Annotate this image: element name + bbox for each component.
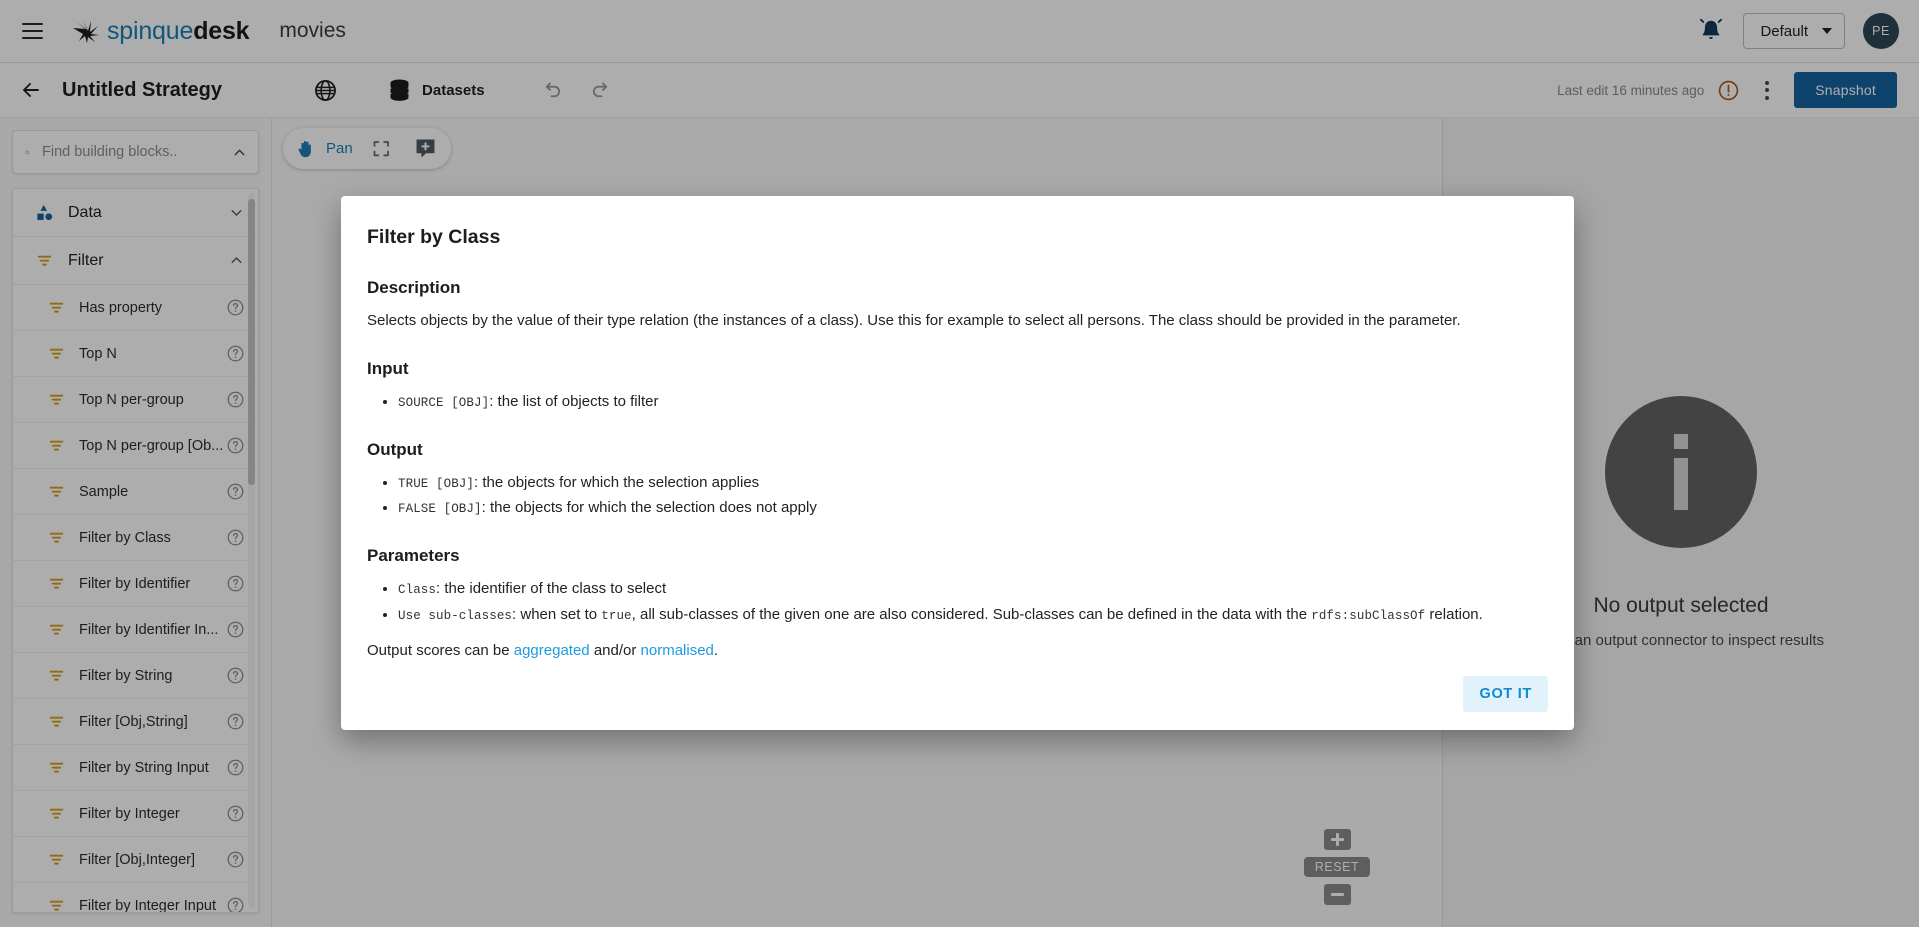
aggregated-link[interactable]: aggregated bbox=[514, 642, 590, 659]
scores-prefix: Output scores can be bbox=[367, 641, 514, 659]
parameters-heading: Parameters bbox=[367, 546, 460, 565]
got-it-button[interactable]: GOT IT bbox=[1463, 676, 1548, 712]
list-item: TRUE [OBJ]: the objects for which the se… bbox=[398, 472, 1548, 494]
list-item: Use sub-classes: when set to true, all s… bbox=[398, 604, 1548, 626]
output-list: TRUE [OBJ]: the objects for which the se… bbox=[367, 472, 1548, 520]
input-port-code: SOURCE [OBJ] bbox=[398, 395, 490, 410]
param-subclasses-text-3: relation. bbox=[1425, 605, 1483, 623]
description-text: Selects objects by the value of their ty… bbox=[367, 312, 1461, 329]
param-subclasses-text-2: , all sub-classes of the given one are a… bbox=[631, 605, 1312, 623]
output-port-false-text: : the objects for which the selection do… bbox=[481, 499, 817, 517]
output-port-true-code: TRUE [OBJ] bbox=[398, 476, 475, 491]
building-block-info-dialog: Filter by Class Description Selects obje… bbox=[341, 196, 1574, 730]
dialog-footer: GOT IT bbox=[1463, 676, 1548, 712]
param-subclasses-text-1: : when set to bbox=[512, 605, 602, 623]
output-port-false-code: FALSE [OBJ] bbox=[398, 502, 482, 517]
parameters-list: Class: the identifier of the class to se… bbox=[367, 578, 1548, 626]
input-list: SOURCE [OBJ]: the list of objects to fil… bbox=[367, 391, 1548, 413]
param-subclasses-code: Use sub-classes bbox=[398, 608, 513, 623]
output-heading: Output bbox=[367, 439, 423, 459]
list-item: SOURCE [OBJ]: the list of objects to fil… bbox=[398, 391, 1548, 413]
dialog-body: Description Selects objects by the value… bbox=[367, 249, 1548, 661]
output-scores-line: Output scores can be aggregated and/or n… bbox=[367, 640, 1548, 662]
description-heading: Description bbox=[367, 278, 461, 297]
scores-middle: and/or bbox=[589, 641, 641, 659]
list-item: Class: the identifier of the class to se… bbox=[398, 578, 1548, 600]
scores-suffix: . bbox=[713, 641, 719, 659]
list-item: FALSE [OBJ]: the objects for which the s… bbox=[398, 497, 1548, 519]
app-root: spinquedesk movies Default PE Untitled S… bbox=[0, 0, 1919, 927]
dialog-title: Filter by Class bbox=[367, 226, 501, 248]
normalised-link[interactable]: normalised bbox=[641, 642, 714, 659]
output-port-true-text: : the objects for which the selection ap… bbox=[474, 473, 760, 491]
input-heading: Input bbox=[367, 358, 409, 378]
param-class-text: : the identifier of the class to select bbox=[436, 580, 667, 597]
param-subclasses-true: true bbox=[601, 608, 632, 623]
param-class-code: Class bbox=[398, 583, 437, 597]
input-port-text: : the list of objects to filter bbox=[489, 392, 659, 410]
param-subclasses-relation: rdfs:subClassOf bbox=[1311, 608, 1426, 623]
